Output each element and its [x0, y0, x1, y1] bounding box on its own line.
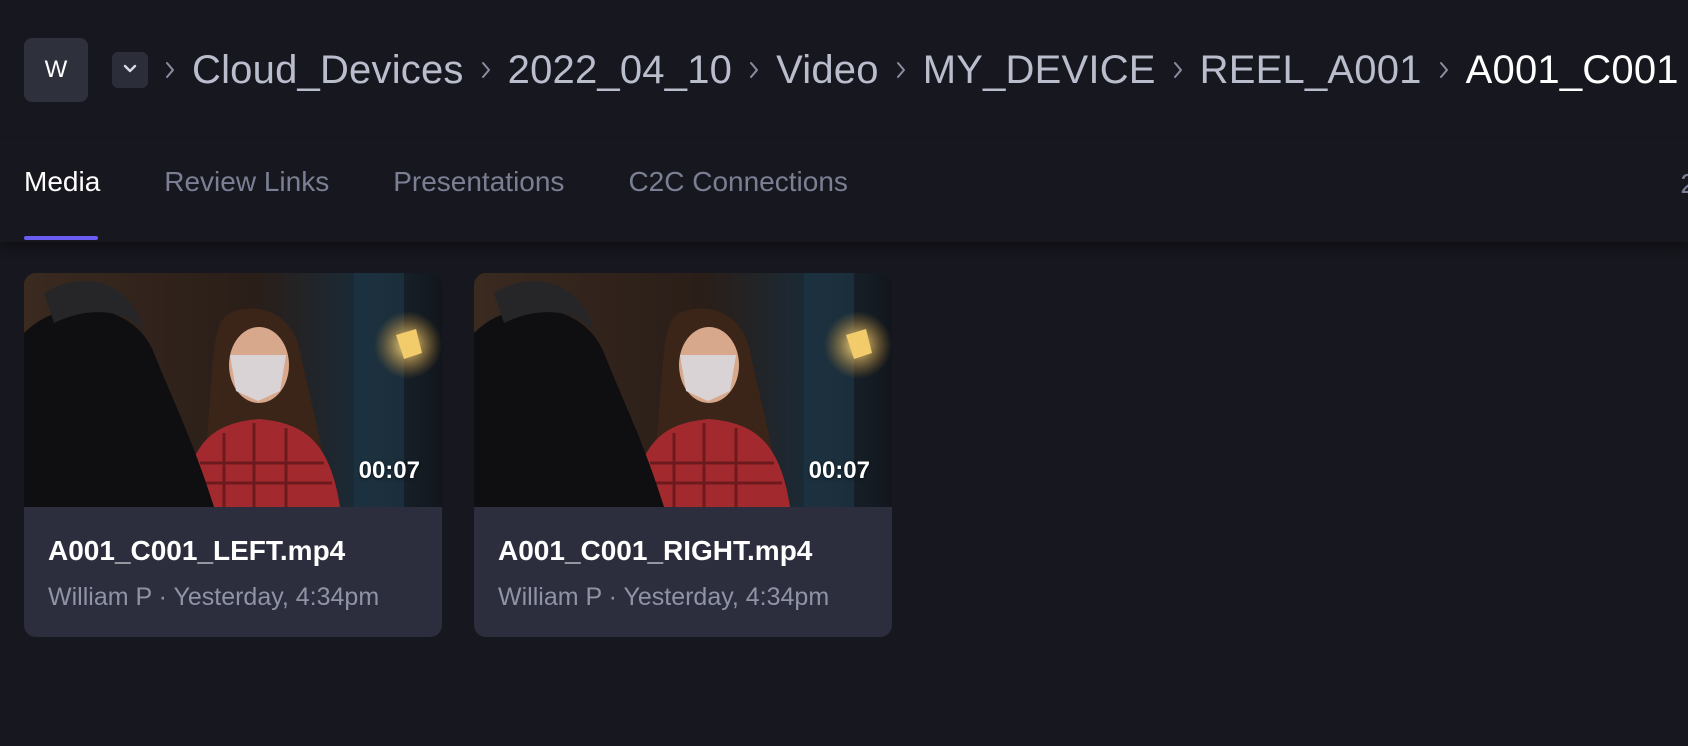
media-card[interactable]: 00:07 A001_C001_RIGHT.mp4 William P · Ye… [474, 273, 892, 637]
tab-bar: Media Review Links Presentations C2C Con… [0, 140, 1688, 242]
video-duration: 00:07 [808, 457, 870, 484]
workspace-dropdown-button[interactable] [112, 52, 148, 88]
breadcrumb-item-reel[interactable]: REEL_A001 [1200, 48, 1422, 93]
breadcrumb-item-date[interactable]: 2022_04_10 [508, 48, 732, 93]
chevron-right-icon [1156, 60, 1200, 80]
workspace-initial: W [44, 56, 68, 83]
chevron-right-icon [732, 60, 776, 80]
tab-label: Review Links [164, 166, 330, 197]
chevron-down-icon [122, 60, 138, 81]
breadcrumb-item-cloud-devices[interactable]: Cloud_Devices [192, 48, 464, 93]
video-thumbnail[interactable]: 00:07 [474, 273, 892, 507]
breadcrumb: Cloud_Devices 2022_04_10 Video MY_DEVICE… [148, 48, 1679, 93]
chevron-right-icon [879, 60, 923, 80]
tab-label: Media [24, 166, 101, 197]
media-title[interactable]: A001_C001_LEFT.mp4 [48, 535, 418, 567]
video-duration: 00:07 [358, 457, 420, 484]
tab-c2c-connections[interactable]: C2C Connections [628, 140, 847, 242]
chevron-right-icon [464, 60, 508, 80]
chevron-right-icon [148, 60, 192, 80]
tab-media[interactable]: Media [24, 140, 100, 242]
breadcrumb-bar: W Cloud_Devices 2022_04_10 Video MY_DEVI… [0, 0, 1688, 140]
item-count-partial: 2 [1680, 168, 1688, 200]
workspace-avatar[interactable]: W [24, 38, 88, 102]
tab-label: Presentations [393, 166, 565, 197]
breadcrumb-item-video[interactable]: Video [776, 48, 879, 93]
media-meta: William P · Yesterday, 4:34pm [48, 583, 380, 611]
media-card[interactable]: 00:07 A001_C001_LEFT.mp4 William P · Yes… [24, 273, 442, 637]
active-tab-indicator [24, 236, 98, 240]
chevron-right-icon [1422, 60, 1466, 80]
media-grid: 00:07 A001_C001_LEFT.mp4 William P · Yes… [24, 273, 892, 637]
media-meta: William P · Yesterday, 4:34pm [498, 583, 830, 611]
media-title[interactable]: A001_C001_RIGHT.mp4 [498, 535, 868, 567]
card-info: A001_C001_RIGHT.mp4 William P · Yesterda… [474, 507, 892, 612]
tab-label: C2C Connections [628, 166, 848, 197]
breadcrumb-item-my-device[interactable]: MY_DEVICE [923, 48, 1156, 93]
breadcrumb-item-current: A001_C001 [1465, 47, 1679, 92]
card-info: A001_C001_LEFT.mp4 William P · Yesterday… [24, 507, 442, 612]
tab-presentations[interactable]: Presentations [393, 140, 564, 242]
tab-review-links[interactable]: Review Links [164, 140, 329, 242]
video-thumbnail[interactable]: 00:07 [24, 273, 442, 507]
